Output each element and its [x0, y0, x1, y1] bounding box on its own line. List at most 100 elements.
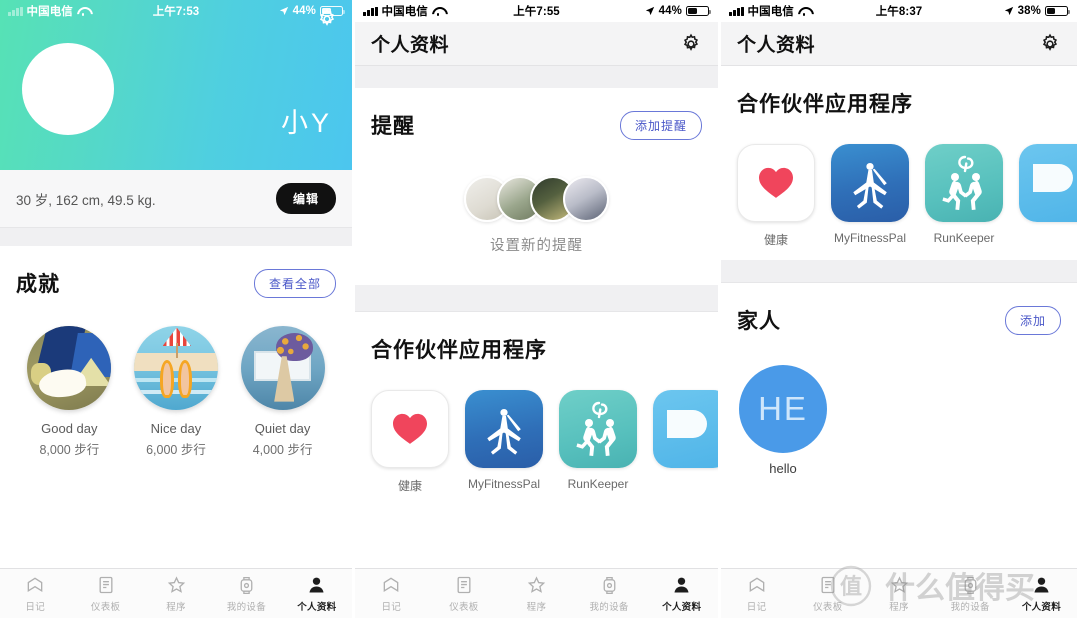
- app-item-health[interactable]: 健康: [737, 144, 815, 248]
- achievement-item[interactable]: Nice day 6,000 步行: [123, 326, 230, 458]
- partner-apps-section: 合作伙伴应用程序 健康 MyFitnessPal RunKeeper: [721, 66, 1077, 260]
- tab-profile[interactable]: 个人资料: [1006, 574, 1077, 613]
- wifi-icon: [798, 7, 810, 16]
- family-member-name: hello: [769, 461, 797, 476]
- bookmark-icon: [0, 574, 70, 596]
- achievement-item[interactable]: Quiet day 4,000 步行: [229, 326, 336, 458]
- bookmark-icon: [355, 574, 428, 596]
- status-bar: 中国电信 上午7:53 44%: [0, 0, 352, 22]
- runkeeper-icon: [925, 144, 1003, 222]
- screenshot-triptych: 中国电信 上午7:53 44% 小Y 30 岁, 162 cm, 49.5 kg…: [0, 0, 1080, 618]
- signal-icon: [363, 6, 378, 16]
- tab-profile[interactable]: 个人资料: [282, 574, 352, 613]
- app-label: 健康: [397, 479, 422, 493]
- tab-label: 个人资料: [662, 602, 702, 613]
- app-label: RunKeeper: [933, 231, 995, 245]
- profile-name: 小Y: [280, 108, 332, 138]
- family-member-item[interactable]: HE hello: [737, 365, 829, 476]
- app-item-partial[interactable]: [1019, 144, 1077, 248]
- battery-icon: [686, 5, 711, 17]
- app-item-myfitnesspal[interactable]: MyFitnessPal: [465, 390, 543, 494]
- gear-icon[interactable]: [1039, 33, 1061, 55]
- achievements-title: 成就: [16, 273, 60, 296]
- achievement-label: Quiet day: [254, 421, 311, 436]
- tab-programs[interactable]: 程序: [863, 574, 934, 613]
- set-new-reminder-label: 设置新的提醒: [490, 238, 583, 254]
- location-arrow-icon: [279, 6, 288, 16]
- family-list: HE hello: [737, 341, 1061, 486]
- gear-icon[interactable]: [680, 33, 702, 55]
- view-all-button[interactable]: 查看全部: [253, 268, 336, 298]
- reminders-empty-state[interactable]: 设置新的提醒: [371, 146, 702, 285]
- signal-icon: [729, 6, 744, 16]
- avatar[interactable]: [22, 43, 114, 135]
- achievements-header: 成就 查看全部: [16, 246, 336, 304]
- tab-profile[interactable]: 个人资料: [645, 574, 718, 613]
- apple-health-icon: [737, 144, 815, 222]
- achievement-steps: 4,000 步行: [252, 442, 313, 457]
- family-header: 家人 添加: [737, 283, 1061, 341]
- app-item-myfitnesspal[interactable]: MyFitnessPal: [831, 144, 909, 248]
- status-right: 38%: [1004, 5, 1070, 17]
- tab-label: 我的设备: [226, 602, 267, 613]
- tab-programs[interactable]: 程序: [500, 574, 573, 613]
- tab-bar: 日记 仪表板 程序 我的设备 个人资料: [0, 568, 352, 618]
- tab-label: 日记: [746, 602, 767, 613]
- family-title: 家人: [737, 310, 781, 333]
- runkeeper-icon: [559, 390, 637, 468]
- family-section: 家人 添加 HE hello: [721, 283, 1077, 486]
- partial-blue-app-icon: [1019, 144, 1077, 222]
- app-item-runkeeper[interactable]: RunKeeper: [925, 144, 1003, 248]
- status-right: 44%: [645, 5, 711, 17]
- panel-reminders-apps: 中国电信 上午7:55 44% 个人资料 提醒 添加提醒 设置新的提醒 合作伙伴…: [352, 0, 718, 618]
- tab-programs[interactable]: 程序: [141, 574, 211, 613]
- app-label: RunKeeper: [567, 477, 629, 491]
- reminders-header: 提醒 添加提醒: [371, 88, 702, 146]
- partner-apps-title: 合作伙伴应用程序: [737, 93, 913, 116]
- tab-label: 我的设备: [589, 602, 629, 613]
- tab-my-device[interactable]: 我的设备: [211, 574, 281, 613]
- add-reminder-button[interactable]: 添加提醒: [619, 110, 702, 140]
- status-bar: 中国电信 上午8:37 38%: [721, 0, 1077, 22]
- partner-apps-section: 合作伙伴应用程序 健康 MyFitnessPal RunKeeper: [355, 312, 718, 506]
- tab-label: 仪表板: [813, 602, 843, 613]
- tab-bar: 日记 仪表板 程序 我的设备 个人资料: [721, 568, 1077, 618]
- battery-icon: [1045, 5, 1070, 17]
- tab-dashboard[interactable]: 仪表板: [792, 574, 863, 613]
- achievement-steps: 6,000 步行: [146, 442, 206, 457]
- achievements-list: Good day 8,000 步行 Nice day 6,000 步行 Quie…: [16, 304, 336, 468]
- tab-dashboard[interactable]: 仪表板: [428, 574, 501, 613]
- reminder-thumbnails: [371, 176, 702, 222]
- nav-bar: 个人资料: [721, 22, 1077, 66]
- battery-icon: [320, 5, 345, 17]
- app-item-health[interactable]: 健康: [371, 390, 449, 494]
- tab-diary[interactable]: 日记: [721, 574, 792, 613]
- document-icon: [70, 574, 140, 596]
- section-gap: [355, 66, 718, 88]
- app-item-partial[interactable]: [653, 390, 718, 494]
- reminders-title: 提醒: [371, 115, 415, 138]
- tab-my-device[interactable]: 我的设备: [935, 574, 1006, 613]
- tab-dashboard[interactable]: 仪表板: [70, 574, 140, 613]
- carrier-label: 中国电信: [381, 6, 428, 18]
- person-icon: [645, 574, 718, 596]
- star-icon: [863, 574, 934, 596]
- nav-bar: 个人资料: [355, 22, 718, 66]
- edit-button[interactable]: 编辑: [275, 183, 336, 214]
- document-icon: [792, 574, 863, 596]
- reminders-section: 提醒 添加提醒 设置新的提醒: [355, 88, 718, 285]
- tab-diary[interactable]: 日记: [355, 574, 428, 613]
- tab-diary[interactable]: 日记: [0, 574, 70, 613]
- app-item-runkeeper[interactable]: RunKeeper: [559, 390, 637, 494]
- panel-apps-family: 中国电信 上午8:37 38% 个人资料 合作伙伴应用程序 健康 MyFitne…: [718, 0, 1077, 618]
- app-label: 健康: [763, 233, 788, 247]
- status-left: 中国电信: [8, 3, 89, 19]
- partner-apps-list: 健康 MyFitnessPal RunKeeper: [371, 370, 718, 506]
- apple-health-icon: [371, 390, 449, 468]
- tab-label: 仪表板: [449, 602, 479, 613]
- document-icon: [428, 574, 501, 596]
- battery-percent: 44%: [292, 5, 316, 17]
- tab-my-device[interactable]: 我的设备: [573, 574, 646, 613]
- achievement-item[interactable]: Good day 8,000 步行: [16, 326, 123, 458]
- add-family-button[interactable]: 添加: [1004, 305, 1061, 335]
